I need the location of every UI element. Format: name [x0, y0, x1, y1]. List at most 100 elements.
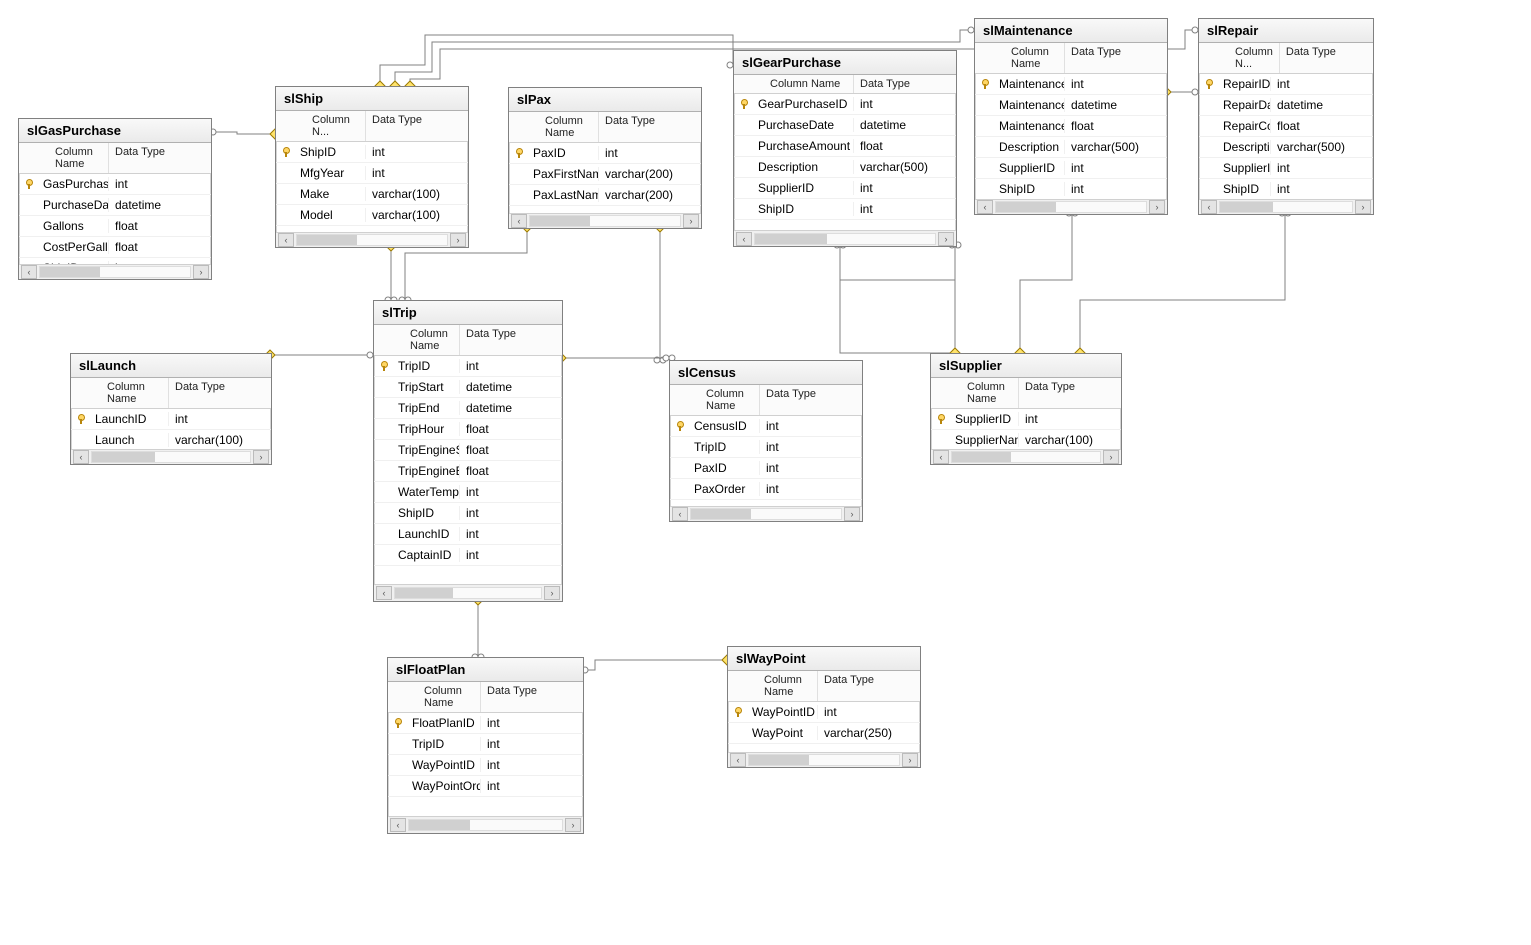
- table-slPax[interactable]: slPaxColumn NameData TypePaxIDintPaxFirs…: [508, 87, 702, 229]
- scroll-thumb[interactable]: [952, 452, 1011, 462]
- scroll-right-icon[interactable]: ›: [193, 265, 209, 279]
- column-row[interactable]: PaxFirstNamevarchar(200): [509, 164, 701, 185]
- scroll-thumb[interactable]: [40, 267, 100, 277]
- column-row[interactable]: PurchaseDatedatetime: [734, 115, 956, 136]
- horizontal-scrollbar[interactable]: ‹›: [728, 752, 920, 767]
- column-row[interactable]: CostPerGallonfloat: [19, 237, 211, 258]
- scroll-right-icon[interactable]: ›: [683, 214, 699, 228]
- column-row[interactable]: RepairDatedatetime: [1199, 95, 1373, 116]
- scroll-track[interactable]: [951, 451, 1101, 463]
- table-title[interactable]: slGasPurchase: [19, 119, 211, 143]
- scroll-left-icon[interactable]: ‹: [933, 450, 949, 464]
- column-row[interactable]: FloatPlanIDint: [388, 713, 583, 734]
- column-row[interactable]: Launchvarchar(100): [71, 430, 271, 449]
- horizontal-scrollbar[interactable]: ‹›: [509, 213, 701, 228]
- table-slTrip[interactable]: slTripColumn NameData TypeTripIDintTripS…: [373, 300, 563, 602]
- horizontal-scrollbar[interactable]: ‹›: [374, 584, 562, 601]
- column-row[interactable]: RepairIDint: [1199, 74, 1373, 95]
- column-row[interactable]: MaintenanceIDint: [975, 74, 1167, 95]
- diagram-canvas[interactable]: slGasPurchaseColumn NameData TypeGasPurc…: [0, 0, 1531, 945]
- column-row[interactable]: TripEngineEndfloat: [374, 461, 562, 482]
- scroll-left-icon[interactable]: ‹: [511, 214, 527, 228]
- table-title[interactable]: slRepair: [1199, 19, 1373, 43]
- column-row[interactable]: CaptainIDint: [374, 545, 562, 566]
- table-title[interactable]: slTrip: [374, 301, 562, 325]
- scroll-right-icon[interactable]: ›: [1103, 450, 1119, 464]
- table-slGasPurchase[interactable]: slGasPurchaseColumn NameData TypeGasPurc…: [18, 118, 212, 280]
- column-row[interactable]: PaxOrderint: [670, 479, 862, 500]
- scroll-right-icon[interactable]: ›: [253, 450, 269, 464]
- column-row[interactable]: GasPurchaseIDint: [19, 174, 211, 195]
- scroll-thumb[interactable]: [409, 820, 470, 830]
- column-row[interactable]: TripIDint: [374, 356, 562, 377]
- table-slShip[interactable]: slShipColumn N...Data TypeShipIDintMfgYe…: [275, 86, 469, 248]
- scroll-right-icon[interactable]: ›: [844, 507, 860, 521]
- column-row[interactable]: Descriptionvarchar(500): [734, 157, 956, 178]
- scroll-left-icon[interactable]: ‹: [736, 232, 752, 246]
- column-row[interactable]: PaxLastNamevarchar(200): [509, 185, 701, 206]
- scroll-thumb[interactable]: [749, 755, 809, 765]
- table-title[interactable]: slWayPoint: [728, 647, 920, 671]
- column-row[interactable]: TripEnddatetime: [374, 398, 562, 419]
- column-row[interactable]: Descriptionvarchar(500): [975, 137, 1167, 158]
- scroll-track[interactable]: [394, 587, 542, 599]
- table-title[interactable]: slSupplier: [931, 354, 1121, 378]
- column-row[interactable]: ShipIDint: [734, 199, 956, 220]
- column-row[interactable]: WayPointvarchar(250): [728, 723, 920, 744]
- scroll-thumb[interactable]: [395, 588, 453, 598]
- scroll-left-icon[interactable]: ‹: [390, 818, 406, 832]
- table-title[interactable]: slFloatPlan: [388, 658, 583, 682]
- scroll-left-icon[interactable]: ‹: [977, 200, 993, 214]
- table-slLaunch[interactable]: slLaunchColumn NameData TypeLaunchIDintL…: [70, 353, 272, 465]
- column-row[interactable]: Modelvarchar(100): [276, 205, 468, 226]
- horizontal-scrollbar[interactable]: ‹›: [1199, 199, 1373, 214]
- scroll-left-icon[interactable]: ‹: [672, 507, 688, 521]
- column-row[interactable]: MaintenanceDatedatetime: [975, 95, 1167, 116]
- column-row[interactable]: WaterTempint: [374, 482, 562, 503]
- table-title[interactable]: slMaintenance: [975, 19, 1167, 43]
- scroll-thumb[interactable]: [996, 202, 1056, 212]
- column-row[interactable]: SupplierIDint: [734, 178, 956, 199]
- column-row[interactable]: CensusIDint: [670, 416, 862, 437]
- column-row[interactable]: LaunchIDint: [71, 409, 271, 430]
- column-row[interactable]: SupplierIDint: [1199, 158, 1373, 179]
- table-slFloatPlan[interactable]: slFloatPlanColumn NameData TypeFloatPlan…: [387, 657, 584, 834]
- scroll-left-icon[interactable]: ‹: [73, 450, 89, 464]
- horizontal-scrollbar[interactable]: ‹›: [276, 232, 468, 247]
- column-row[interactable]: TripIDint: [670, 437, 862, 458]
- column-row[interactable]: SupplierIDint: [931, 409, 1121, 430]
- horizontal-scrollbar[interactable]: ‹›: [670, 506, 862, 521]
- column-row[interactable]: ShipIDint: [1199, 179, 1373, 199]
- scroll-track[interactable]: [39, 266, 191, 278]
- column-row[interactable]: GearPurchaseIDint: [734, 94, 956, 115]
- scroll-right-icon[interactable]: ›: [450, 233, 466, 247]
- column-row[interactable]: MfgYearint: [276, 163, 468, 184]
- scroll-track[interactable]: [91, 451, 251, 463]
- column-row[interactable]: TripStartdatetime: [374, 377, 562, 398]
- horizontal-scrollbar[interactable]: ‹›: [388, 816, 583, 833]
- scroll-right-icon[interactable]: ›: [1149, 200, 1165, 214]
- column-row[interactable]: WayPointOrderint: [388, 776, 583, 797]
- scroll-thumb[interactable]: [92, 452, 155, 462]
- scroll-thumb[interactable]: [530, 216, 590, 226]
- scroll-thumb[interactable]: [1220, 202, 1273, 212]
- scroll-thumb[interactable]: [691, 509, 751, 519]
- column-row[interactable]: ShipIDint: [374, 503, 562, 524]
- scroll-track[interactable]: [296, 234, 448, 246]
- column-row[interactable]: SupplierNamevarchar(100): [931, 430, 1121, 449]
- column-row[interactable]: LaunchIDint: [374, 524, 562, 545]
- scroll-left-icon[interactable]: ‹: [376, 586, 392, 600]
- table-slMaintenance[interactable]: slMaintenanceColumn NameData TypeMainten…: [974, 18, 1168, 215]
- scroll-left-icon[interactable]: ‹: [730, 753, 746, 767]
- horizontal-scrollbar[interactable]: ‹›: [71, 449, 271, 464]
- scroll-left-icon[interactable]: ‹: [21, 265, 37, 279]
- table-title[interactable]: slCensus: [670, 361, 862, 385]
- column-row[interactable]: WayPointIDint: [728, 702, 920, 723]
- column-row[interactable]: Makevarchar(100): [276, 184, 468, 205]
- scroll-thumb[interactable]: [297, 235, 357, 245]
- scroll-thumb[interactable]: [755, 234, 827, 244]
- column-row[interactable]: Gallonsfloat: [19, 216, 211, 237]
- scroll-track[interactable]: [529, 215, 681, 227]
- table-slWayPoint[interactable]: slWayPointColumn NameData TypeWayPointID…: [727, 646, 921, 768]
- scroll-track[interactable]: [754, 233, 936, 245]
